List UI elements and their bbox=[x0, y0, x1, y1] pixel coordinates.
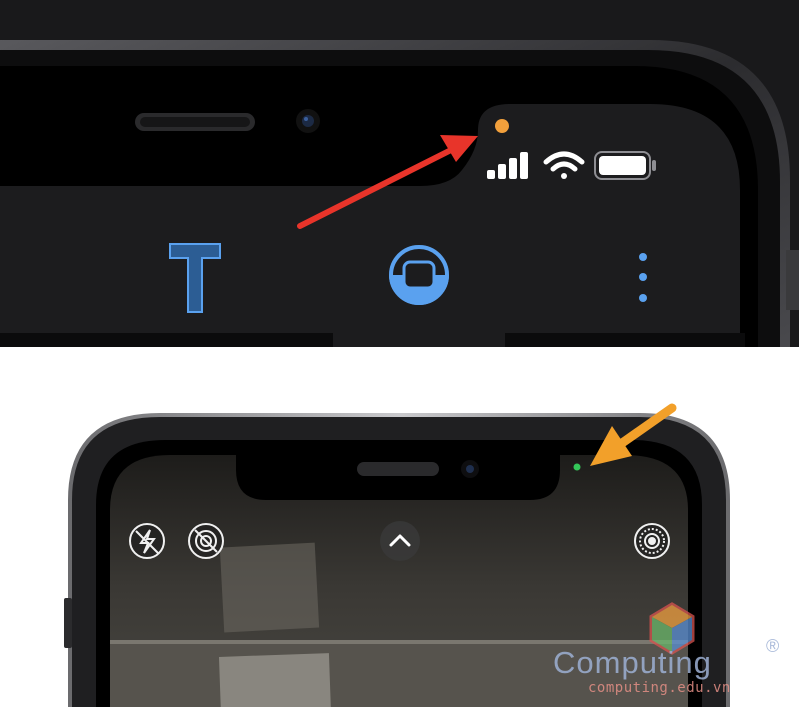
orange-dot-indicator bbox=[495, 119, 509, 133]
watermark-registered-mark: ® bbox=[766, 636, 780, 656]
top-screenshot-panel bbox=[0, 0, 799, 347]
watermark-url: computing.edu.vn bbox=[588, 680, 731, 696]
content-card bbox=[0, 333, 333, 347]
watermark-brand: Computing bbox=[553, 645, 712, 680]
record-button-icon bbox=[389, 245, 449, 305]
content-card bbox=[505, 333, 745, 347]
top-phone-illustration bbox=[0, 0, 799, 347]
